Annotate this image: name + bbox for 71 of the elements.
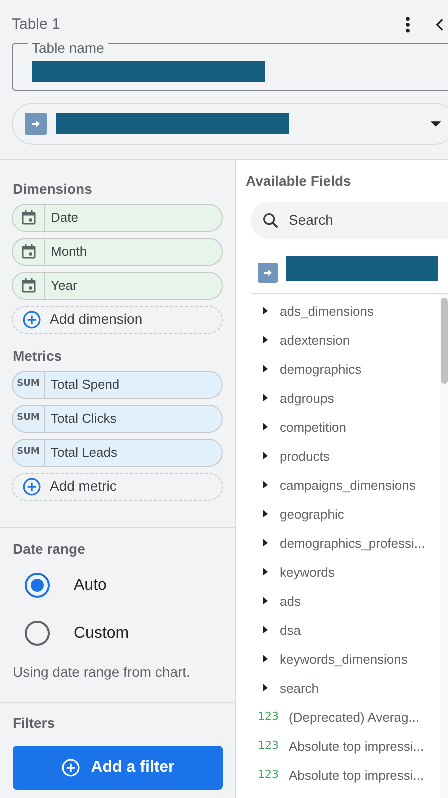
field-list-item[interactable]: search [236, 674, 440, 703]
expand-arrow-icon [263, 423, 268, 432]
add-icon [61, 758, 82, 778]
section-heading: Dimensions [13, 181, 94, 198]
number-type-label: 123 [258, 709, 279, 726]
field-list-item[interactable]: ads [236, 586, 440, 616]
field-list-item[interactable]: demographics_professi... [236, 528, 440, 558]
radio-option[interactable]: Auto [0, 562, 107, 610]
field-chip[interactable]: SUM Total Clicks [12, 404, 223, 433]
field-chip[interactable]: Month [12, 238, 223, 266]
field-list-item[interactable]: keywords [236, 558, 440, 587]
field-list-item[interactable]: ads_dimensions [236, 296, 440, 326]
add-filter-button[interactable]: Add a filter [13, 746, 223, 790]
expand-arrow-icon [263, 481, 268, 490]
expand-arrow-icon [263, 452, 268, 460]
expand-arrow-icon [263, 568, 268, 576]
field-list-item[interactable]: keywords_dimensions [236, 644, 440, 674]
number-type-label: 123 [258, 767, 279, 784]
scrollbar-thumb[interactable] [441, 298, 448, 384]
aggregation-label: SUM [13, 406, 45, 432]
calendar-icon [20, 276, 38, 295]
field-list-item[interactable]: geographic [236, 500, 440, 529]
aggregation-label: SUM [13, 440, 45, 466]
expand-arrow-icon [263, 626, 268, 634]
field-list-item[interactable]: adextension [236, 326, 440, 355]
expand-arrow-icon [263, 597, 268, 606]
section-heading: Metrics [13, 348, 64, 365]
expand-arrow-icon [263, 307, 268, 316]
add-button[interactable]: Add metric [12, 472, 223, 501]
expand-arrow-icon [263, 336, 268, 344]
radio-button[interactable] [25, 573, 50, 598]
section-heading: Date range [13, 541, 86, 558]
search-icon [261, 210, 281, 231]
field-chip[interactable]: Year [12, 272, 223, 300]
expand-arrow-icon [263, 510, 268, 518]
field-chip[interactable]: Date [12, 204, 223, 232]
calendar-icon [20, 242, 38, 261]
add-button[interactable]: Add dimension [12, 306, 223, 334]
field-list-item[interactable]: dsa [236, 616, 440, 645]
expand-arrow-icon [263, 539, 268, 548]
aggregation-label: SUM [13, 372, 45, 398]
expand-arrow-icon [263, 684, 268, 692]
section-heading: Filters [13, 715, 56, 732]
field-list-item[interactable]: demographics [236, 354, 440, 384]
data-source-icon [25, 112, 47, 134]
radio-option[interactable]: Custom [0, 610, 130, 658]
radio-button[interactable] [25, 621, 50, 646]
number-type-label: 123 [258, 738, 279, 754]
add-icon [22, 310, 42, 330]
expand-arrow-icon [263, 394, 268, 402]
search-field[interactable]: Search [251, 202, 448, 239]
expand-arrow-icon [263, 365, 268, 374]
field-label: Table name [28, 40, 108, 56]
add-icon [22, 476, 42, 497]
field-list-item[interactable]: 123 Absolute top impressi... [236, 760, 440, 790]
field-list-item[interactable]: adgroups [236, 384, 440, 413]
expand-arrow-icon [263, 655, 268, 664]
data-source-icon [258, 262, 278, 283]
field-chip[interactable]: SUM Total Spend [12, 370, 223, 399]
field-chip[interactable]: SUM Total Leads [12, 438, 223, 467]
table-name-field[interactable] [12, 42, 448, 90]
calendar-icon [20, 208, 38, 227]
panel-title: Table 1 [12, 15, 60, 35]
field-list-item[interactable]: products [236, 442, 440, 471]
field-list-item[interactable]: campaigns_dimensions [236, 470, 440, 500]
data-source-selector[interactable] [12, 102, 448, 144]
field-list-item[interactable]: competition [236, 412, 440, 442]
hint-text: Using date range from chart. [13, 662, 192, 682]
section-heading: Available Fields [246, 173, 352, 190]
field-list-item[interactable]: 123 Absolute top impressi... [236, 732, 440, 761]
field-list-item[interactable]: 123 (Deprecated) Averag... [236, 702, 440, 732]
